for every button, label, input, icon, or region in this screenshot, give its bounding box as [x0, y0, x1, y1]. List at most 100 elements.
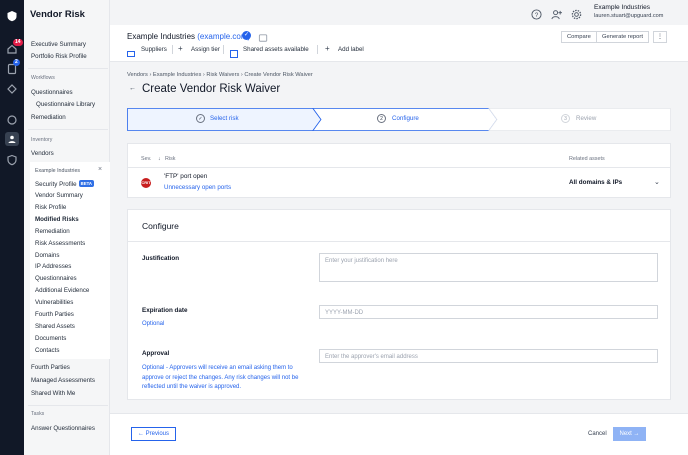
approver-email-input[interactable]: Enter the approver's email address: [319, 349, 658, 363]
configure-card: Configure Justification Enter your justi…: [127, 209, 671, 400]
chevron-down-icon[interactable]: ⌄: [654, 178, 660, 186]
generate-report-button[interactable]: Generate report: [596, 31, 649, 43]
vendor-subnav: Example Industries × Security Profile BET…: [30, 162, 110, 359]
sidebar-item-shared-with-me[interactable]: Shared With Me: [31, 390, 75, 397]
subnav-ip-addresses[interactable]: IP Addresses: [35, 263, 71, 270]
user-email: lauren.stuart@upguard.com: [594, 13, 664, 19]
divider: [317, 45, 318, 54]
app-title: Vendor Risk: [30, 9, 85, 20]
section-workflows: Workflows: [31, 75, 55, 81]
notifications-badge: 14: [13, 39, 23, 46]
suppliers-icon: [127, 45, 135, 57]
section-inventory: Inventory: [31, 137, 53, 143]
subnav-shared-assets[interactable]: Shared Assets: [35, 323, 75, 330]
risk-description[interactable]: Unnecessary open ports: [164, 184, 231, 191]
sidebar-item-questionnaires[interactable]: Questionnaires: [31, 89, 73, 96]
subnav-fourth-parties[interactable]: Fourth Parties: [35, 311, 74, 318]
sidebar-item-questionnaire-library[interactable]: Questionnaire Library: [36, 101, 95, 108]
related-assets-value: All domains & IPs: [569, 179, 623, 186]
user-org-name[interactable]: Example Industries: [594, 4, 650, 11]
risk-title: 'FTP' port open: [164, 173, 208, 180]
expiration-date-help: Optional: [142, 321, 165, 327]
subnav-domains[interactable]: Domains: [35, 252, 59, 259]
subnav-vendor-summary[interactable]: Vendor Summary: [35, 192, 83, 199]
critical-severity-icon: CRIT: [141, 178, 151, 188]
risk-icon[interactable]: [5, 113, 19, 127]
divider: [128, 241, 670, 242]
approval-help: Optional - Approvers will receive an ema…: [142, 365, 299, 390]
divider: [223, 45, 224, 54]
justification-textarea[interactable]: Enter your justification here: [319, 253, 658, 282]
tasks-badge: 2: [13, 59, 20, 66]
sidebar-item-fourth-parties[interactable]: Fourth Parties: [31, 364, 70, 371]
cancel-button[interactable]: Cancel: [588, 431, 607, 437]
divider: [28, 68, 108, 69]
sidebar-item-portfolio-risk-profile[interactable]: Portfolio Risk Profile: [31, 53, 87, 60]
expiration-date-input[interactable]: YYYY-MM-DD: [319, 305, 658, 319]
progress-stepper: ✓ Select risk 2 Configure 3 Review: [127, 108, 671, 131]
configure-title: Configure: [142, 221, 179, 231]
help-icon[interactable]: ?: [531, 7, 542, 20]
sidebar-item-managed-assessments[interactable]: Managed Assessments: [31, 377, 95, 384]
expiration-date-label: Expiration date: [142, 307, 188, 314]
trust-icon[interactable]: [5, 153, 19, 167]
step-configure[interactable]: Configure: [392, 115, 419, 122]
sidebar-item-remediation[interactable]: Remediation: [31, 114, 66, 121]
subnav-security-profile-label: Security Profile: [35, 181, 77, 188]
sidebar-item-executive-summary[interactable]: Executive Summary: [31, 41, 86, 48]
column-severity[interactable]: Sev.: [141, 156, 151, 162]
divider: [28, 129, 108, 130]
back-arrow-icon[interactable]: ←: [129, 85, 136, 92]
column-risk[interactable]: Risk: [165, 156, 175, 162]
logo-icon[interactable]: [5, 9, 19, 23]
previous-button[interactable]: ← Previous: [131, 427, 176, 441]
step-review: Review: [576, 115, 597, 122]
sidebar-item-answer-questionnaires[interactable]: Answer Questionnaires: [31, 425, 95, 432]
sidebar-item-vendors[interactable]: Vendors: [31, 150, 54, 157]
step-2-number: 2: [377, 114, 386, 123]
assign-tier-link[interactable]: Assign tier: [191, 46, 220, 53]
add-label-link[interactable]: Add label: [338, 46, 364, 53]
justification-label: Justification: [142, 255, 180, 262]
breadcrumb[interactable]: Vendors › Example Industries › Risk Waiv…: [127, 72, 313, 78]
main-content: ? Example Industries lauren.stuart@upgua…: [110, 0, 688, 455]
suppliers-link[interactable]: Suppliers: [141, 46, 167, 53]
svg-text:?: ?: [535, 12, 539, 19]
section-tasks: Tasks: [31, 411, 45, 417]
subnav-risk-profile[interactable]: Risk Profile: [35, 204, 66, 211]
verified-icon: ✓: [242, 31, 251, 40]
settings-icon[interactable]: [571, 7, 582, 20]
icon-rail: 14 2: [0, 0, 24, 455]
beta-badge: BETA: [78, 180, 94, 187]
edit-icon[interactable]: [258, 31, 269, 42]
subnav-additional-evidence[interactable]: Additional Evidence: [35, 287, 89, 294]
shared-assets-icon: [230, 45, 238, 58]
subnav-documents[interactable]: Documents: [35, 335, 66, 342]
vendor-name-text: Example Industries: [127, 32, 196, 41]
column-related-assets: Related assets: [569, 156, 605, 162]
close-icon[interactable]: ×: [98, 166, 102, 173]
approval-label: Approval: [142, 350, 170, 357]
subnav-modified-risks[interactable]: Modified Risks: [35, 216, 79, 223]
top-bar: ? Example Industries lauren.stuart@upgua…: [110, 0, 688, 25]
vendor-risk-icon[interactable]: [5, 132, 19, 146]
step-3-number: 3: [561, 114, 570, 123]
vendor-name[interactable]: Example Industries (example.com): [127, 32, 250, 41]
shared-assets-link[interactable]: Shared assets available: [243, 46, 309, 53]
subnav-security-profile[interactable]: Security Profile BETA: [35, 180, 94, 188]
subnav-questionnaires[interactable]: Questionnaires: [35, 275, 77, 282]
compare-button[interactable]: Compare: [561, 31, 597, 43]
breach-icon[interactable]: [5, 82, 19, 96]
more-menu-button[interactable]: ⋮: [653, 31, 667, 43]
subnav-contacts[interactable]: Contacts: [35, 347, 59, 354]
sort-arrow-icon[interactable]: ↓: [158, 156, 161, 162]
next-button[interactable]: Next →: [613, 427, 646, 441]
subnav-vulnerabilities[interactable]: Vulnerabilities: [35, 299, 73, 306]
plus-icon: +: [325, 44, 330, 53]
vendor-subnav-title: Example Industries: [35, 168, 81, 174]
subnav-remediation[interactable]: Remediation: [35, 228, 70, 235]
divider: [28, 405, 108, 406]
add-user-icon[interactable]: [551, 7, 562, 20]
step-select-risk[interactable]: Select risk: [210, 115, 239, 122]
subnav-risk-assessments[interactable]: Risk Assessments: [35, 240, 85, 247]
